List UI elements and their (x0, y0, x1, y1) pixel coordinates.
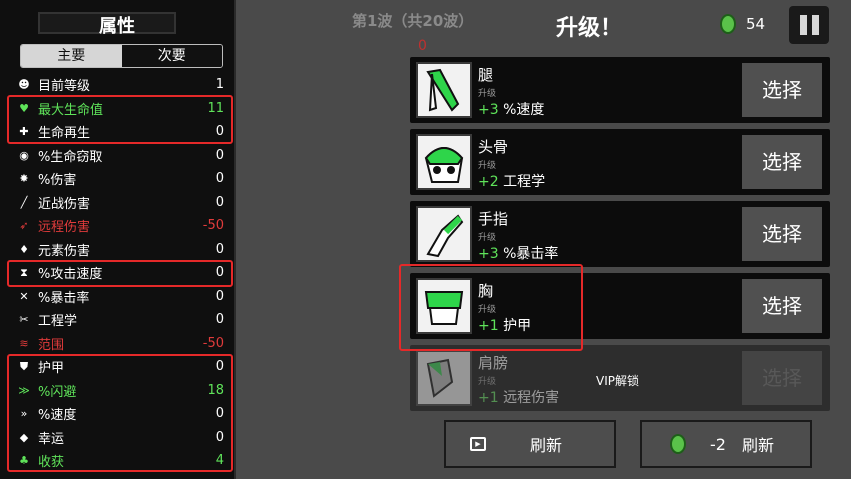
coin-icon (720, 14, 736, 34)
refresh-coin-button[interactable]: -2 刷新 (640, 420, 812, 468)
stat-row: ✕ %暴击率 0 (14, 285, 226, 308)
stat-row: ✸ %伤害 0 (14, 167, 226, 190)
engineering-icon: ✂ (19, 313, 29, 327)
upgrade-title: 升级！ (556, 16, 623, 41)
wave-label: 第1波（共20波） (352, 12, 474, 30)
upgrade-amount: +3 (478, 102, 499, 118)
upgrade-name: 头骨 (478, 138, 509, 156)
upgrade-sub: 升级 (478, 161, 497, 171)
stat-value: 0 (215, 171, 224, 187)
crit-icon: ✕ (19, 289, 29, 303)
upgrade-stat: 工程学 (503, 174, 546, 190)
stats-panel: 属性 主要 次要 ☻ 目前等级 1 ♥ 最大生命值 11 ✚ 生命再生 0 ◉ %生命窃取 0 ✸ %伤害… (0, 0, 234, 479)
stat-value: -50 (202, 218, 224, 234)
stat-label: 范围 (38, 337, 65, 353)
stat-label: 目前等级 (38, 79, 91, 95)
coin-icon (670, 434, 686, 454)
stat-label: 近战伤害 (38, 196, 91, 212)
stat-value: 0 (215, 288, 224, 304)
zero-marker: 0 (418, 38, 427, 54)
upgrade-effect: +3 %速度 (478, 99, 544, 119)
stats-tabs: 主要 次要 (20, 44, 223, 68)
upgrade-effect: +3 %暴击率 (478, 243, 558, 263)
highlight-attack-speed (7, 260, 233, 287)
damage-icon: ✸ (19, 172, 29, 186)
stat-row: ➶ 远程伤害 -50 (14, 214, 226, 237)
video-ad-icon: ▶ (470, 437, 486, 451)
stat-row: ≋ 范围 -50 (14, 332, 226, 355)
stat-row: ✂ 工程学 0 (14, 308, 226, 331)
upgrade-amount: +2 (478, 174, 499, 190)
stats-title: 属性 (99, 16, 135, 37)
select-button[interactable]: 选择 (742, 135, 822, 189)
upgrade-sub: 升级 (478, 377, 497, 387)
refresh-label: 刷新 (530, 436, 563, 455)
highlight-defense (7, 354, 233, 472)
pause-icon (799, 15, 807, 35)
finger-icon (416, 206, 472, 262)
upgrade-stat: %暴击率 (503, 246, 559, 262)
vip-unlock-label: VIP解锁 (596, 374, 639, 388)
upgrade-name: 肩膀 (478, 354, 509, 372)
stat-value: 0 (215, 241, 224, 257)
coin-count: 54 (746, 15, 766, 33)
coin-counter: 54 (720, 14, 765, 34)
stat-row: ╱ 近战伤害 0 (14, 191, 226, 214)
elemental-icon: ♦ (19, 242, 29, 256)
stat-label: 元素伤害 (38, 243, 91, 259)
select-button[interactable]: 选择 (742, 63, 822, 117)
level-icon: ☻ (18, 78, 30, 92)
range-icon: ≋ (19, 336, 29, 350)
stat-label: %伤害 (38, 173, 77, 189)
upgrade-name: 腿 (478, 66, 494, 84)
select-button[interactable]: 选择 (742, 207, 822, 261)
upgrade-card: 腿升级 +3 %速度 选择 (410, 57, 830, 123)
skull-icon (416, 134, 472, 190)
refresh-coin-label: 刷新 (741, 436, 774, 455)
stat-value: 0 (215, 312, 224, 328)
upgrade-stat: 远程伤害 (503, 390, 560, 406)
shoulder-icon (416, 350, 472, 406)
select-button[interactable]: 选择 (742, 279, 822, 333)
pause-button[interactable] (789, 6, 829, 44)
lifesteal-icon: ◉ (19, 148, 29, 162)
stat-label: 工程学 (38, 314, 78, 330)
upgrade-sub: 升级 (478, 233, 497, 243)
upgrade-card: 头骨 升级 +2 工程学 选择 (410, 129, 830, 195)
stat-label: %生命窃取 (38, 149, 103, 165)
tab-secondary[interactable]: 次要 (121, 45, 222, 67)
upgrade-effect: +2 工程学 (478, 171, 545, 191)
stat-label: %暴击率 (38, 290, 90, 306)
stat-value: 0 (215, 194, 224, 210)
stat-row: ♦ 元素伤害 0 (14, 238, 226, 261)
panel-divider (234, 0, 236, 479)
highlight-chest-upgrade (399, 264, 583, 351)
stat-value: 0 (215, 147, 224, 163)
stat-row: ◉ %生命窃取 0 (14, 144, 226, 167)
tab-primary[interactable]: 主要 (21, 45, 122, 67)
stat-row: ☻ 目前等级 1 (14, 73, 226, 96)
upgrade-name: 手指 (478, 210, 509, 228)
upgrade-amount: +1 (478, 390, 499, 406)
upgrade-amount: +3 (478, 246, 499, 262)
stat-value: 1 (215, 77, 224, 93)
ranged-icon: ➶ (19, 219, 29, 233)
refresh-ad-button[interactable]: ▶ 刷新 (444, 420, 616, 468)
upgrade-effect: +1 远程伤害 (478, 387, 559, 407)
upgrade-stat: %速度 (503, 102, 545, 118)
stat-label: 远程伤害 (38, 220, 91, 236)
select-button: 选择 (742, 351, 822, 405)
refresh-cost: -2 (710, 434, 726, 454)
stat-value: -50 (202, 335, 224, 351)
upgrade-sub: 升级 (478, 89, 497, 99)
upgrade-card: 手指 升级 +3 %暴击率 选择 (410, 201, 830, 267)
leg-icon (416, 62, 472, 118)
highlight-health (7, 95, 233, 144)
melee-icon: ╱ (20, 195, 28, 209)
